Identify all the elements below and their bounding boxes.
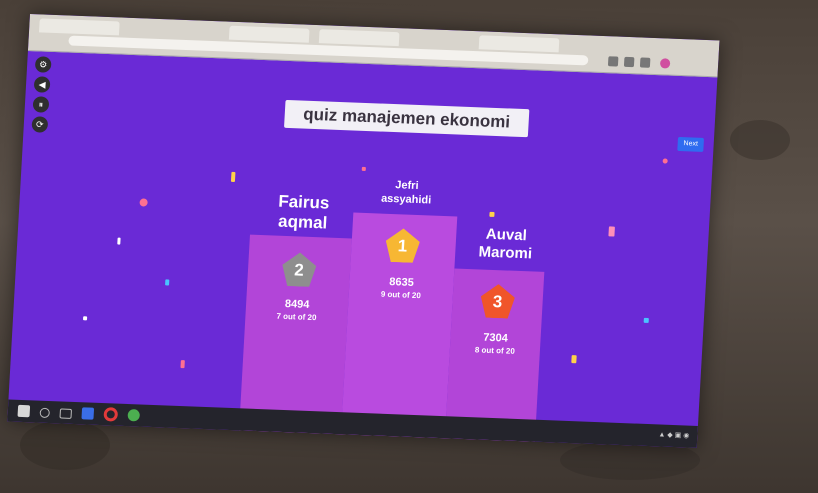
extension-icon[interactable] bbox=[607, 56, 619, 67]
task-view-icon[interactable] bbox=[59, 408, 73, 419]
opera-icon[interactable] bbox=[103, 407, 119, 422]
confetti bbox=[608, 226, 615, 237]
projected-screen: ⚙ ◀ ⏸ ⟳ quiz manajemen ekonomi Next Fair… bbox=[7, 14, 720, 448]
confetti bbox=[643, 317, 649, 323]
wall-stain bbox=[20, 420, 110, 470]
second-place-name: Fairus aqmal bbox=[252, 191, 354, 235]
settings-icon[interactable]: ⚙ bbox=[34, 56, 52, 73]
windows-icon[interactable] bbox=[17, 404, 31, 418]
refresh-icon[interactable]: ⟳ bbox=[31, 116, 49, 133]
chrome-icon[interactable] bbox=[127, 409, 141, 422]
name-line: aqmal bbox=[277, 211, 328, 233]
wall-stain bbox=[730, 120, 790, 160]
search-icon[interactable] bbox=[39, 407, 51, 419]
confetti bbox=[571, 355, 577, 364]
confetti bbox=[361, 166, 366, 172]
browser-tab[interactable] bbox=[38, 18, 120, 36]
system-tray[interactable]: ▲ ◆ ▣ ◉ bbox=[658, 430, 689, 439]
profile-icon[interactable] bbox=[659, 58, 671, 69]
browser-tab[interactable] bbox=[228, 25, 310, 43]
tray-icons: ▲ ◆ ▣ ◉ bbox=[658, 431, 690, 440]
confetti bbox=[82, 316, 88, 321]
confetti bbox=[489, 211, 495, 217]
file-explorer-icon[interactable] bbox=[81, 407, 95, 420]
browser-tab[interactable] bbox=[318, 29, 400, 47]
volume-icon[interactable]: ◀ bbox=[33, 76, 51, 93]
confetti bbox=[165, 279, 170, 286]
extension-icon[interactable] bbox=[639, 57, 651, 68]
confetti bbox=[180, 360, 185, 369]
extension-icon[interactable] bbox=[623, 56, 635, 68]
confetti bbox=[139, 198, 148, 207]
confetti bbox=[662, 158, 668, 164]
quiz-title: quiz manajemen ekonomi bbox=[284, 99, 530, 138]
browser-bar bbox=[27, 14, 720, 78]
third-place-name: Auval Maromi bbox=[455, 225, 557, 265]
confetti bbox=[117, 237, 121, 245]
next-button[interactable]: Next bbox=[677, 136, 705, 152]
first-place-name: Jefri assyahidi bbox=[354, 177, 459, 209]
pause-icon[interactable]: ⏸ bbox=[32, 96, 50, 113]
name-line: Maromi bbox=[478, 243, 533, 263]
name-line: assyahidi bbox=[380, 192, 432, 207]
browser-tab[interactable] bbox=[478, 35, 560, 53]
confetti bbox=[230, 171, 236, 182]
